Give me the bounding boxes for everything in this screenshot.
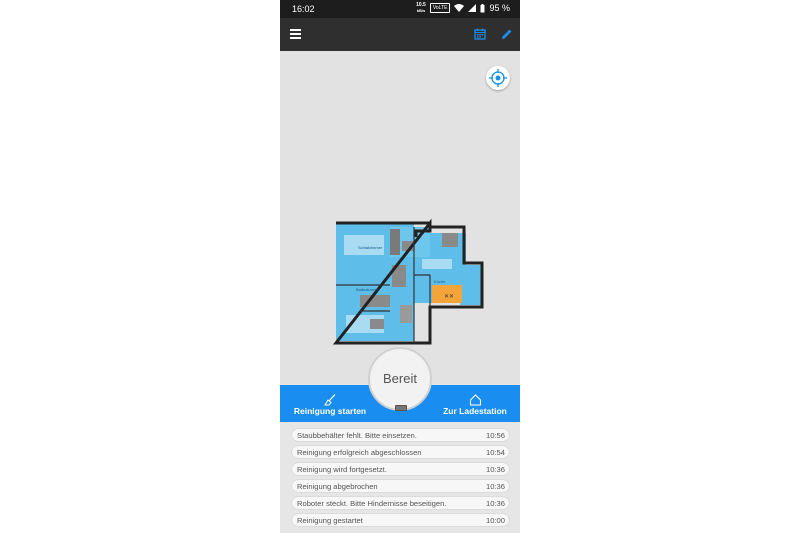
log-item: Reinigung erfolgreich abgeschlossen 10:5… <box>292 446 509 458</box>
status-icons: 10.5 kB/s VoLTE 95 % <box>416 3 510 13</box>
calendar-icon[interactable] <box>474 28 486 40</box>
pencil-icon[interactable] <box>501 28 513 40</box>
log-item: Staubbehälter fehlt. Bitte einsetzen. 10… <box>292 429 509 441</box>
robot-battery-icon <box>395 405 407 411</box>
map-light-patch <box>422 259 452 269</box>
log-item: Reinigung gestartet 10:00 <box>292 514 509 526</box>
robot-status-label: Bereit <box>383 371 417 386</box>
map-obstacle <box>390 229 400 255</box>
log-time: 10:56 <box>485 431 505 440</box>
room-label-3: Küche <box>434 279 446 284</box>
battery-percent: 95 % <box>489 3 510 13</box>
map-obstacle <box>370 319 384 329</box>
start-cleaning-label: Reinigung starten <box>293 406 367 416</box>
log-message: Staubbehälter fehlt. Bitte einsetzen. <box>297 431 417 440</box>
room-label-2: Badezimmer <box>356 287 379 292</box>
crosshair-icon <box>489 69 507 87</box>
signal-icon <box>468 4 477 12</box>
dock-marker: ✕✕ <box>444 294 454 300</box>
map-floor-east <box>460 265 482 305</box>
activity-log: Staubbehälter fehlt. Bitte einsetzen. 10… <box>280 422 520 533</box>
log-item: Roboter steckt. Bitte Hindernisse beseit… <box>292 497 509 509</box>
net-speed-indicator: 10.5 kB/s <box>416 3 426 14</box>
log-message: Reinigung abgebrochen <box>297 482 378 491</box>
broom-icon <box>324 394 336 406</box>
floor-map[interactable]: ✕✕ Schlafzimmer Badezimmer Küche <box>330 215 490 350</box>
hamburger-icon[interactable] <box>290 29 301 39</box>
return-to-dock-label: Zur Ladestation <box>443 406 507 416</box>
status-time: 16:02 <box>292 4 315 14</box>
battery-icon <box>480 3 485 12</box>
return-to-dock-button[interactable]: Zur Ladestation <box>438 385 512 422</box>
status-bar: 16:02 10.5 kB/s VoLTE 95 % <box>280 0 520 18</box>
log-item: Reinigung wird fortgesetzt. 10:36 <box>292 463 509 475</box>
locate-robot-button[interactable] <box>486 66 510 90</box>
map-obstacle <box>400 305 412 323</box>
phone-screen: 16:02 10.5 kB/s VoLTE 95 % ✕✕ Schlafzimm… <box>280 0 520 533</box>
log-message: Roboter steckt. Bitte Hindernisse beseit… <box>297 499 447 508</box>
log-message: Reinigung wird fortgesetzt. <box>297 465 387 474</box>
net-unit: kB/s <box>416 8 426 13</box>
home-icon <box>469 394 481 406</box>
log-time: 10:36 <box>485 482 505 491</box>
room-label-1: Schlafzimmer <box>358 245 383 250</box>
robot-status-indicator: Bereit <box>368 347 432 411</box>
log-message: Reinigung gestartet <box>297 516 363 525</box>
log-time: 10:36 <box>485 499 505 508</box>
app-bar <box>280 18 520 51</box>
wifi-icon <box>454 4 465 12</box>
log-message: Reinigung erfolgreich abgeschlossen <box>297 448 422 457</box>
log-time: 10:00 <box>485 516 505 525</box>
log-item: Reinigung abgebrochen 10:36 <box>292 480 509 492</box>
start-cleaning-button[interactable]: Reinigung starten <box>290 385 370 422</box>
log-time: 10:36 <box>485 465 505 474</box>
map-obstacle <box>442 233 458 247</box>
log-time: 10:54 <box>485 448 505 457</box>
volte-badge: VoLTE <box>429 3 451 13</box>
